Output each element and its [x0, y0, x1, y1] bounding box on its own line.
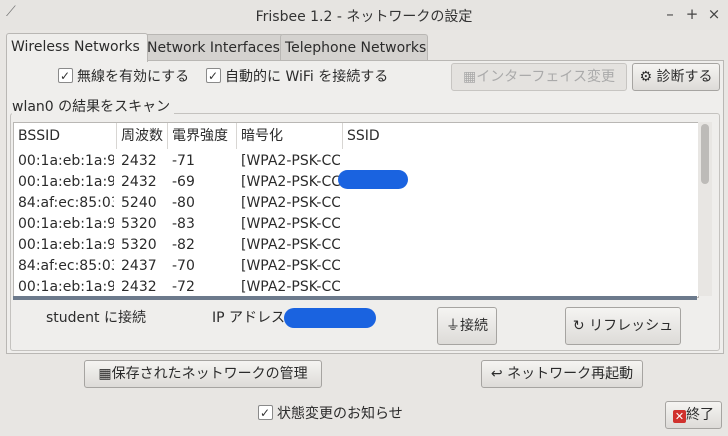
cell-enc: [WPA2-PSK-CCM: [241, 174, 340, 190]
cell-ssid: [347, 193, 647, 214]
refresh-label: リフレッシュ: [589, 318, 674, 334]
cell-freq: 2432: [121, 174, 157, 190]
cell-signal: -70: [172, 258, 195, 274]
quit-button[interactable]: ✕ 終了: [665, 401, 722, 429]
interface-icon: ▦: [463, 69, 477, 85]
restart-network-label: ネットワーク再起動: [507, 366, 634, 382]
cell-ssid: [347, 214, 647, 235]
enable-wireless-checkbox[interactable]: 無線を有効にする: [58, 66, 190, 87]
cell-bssid: 84:af:ec:85:03: [18, 195, 114, 211]
manage-saved-label: 保存されたネットワークの管理: [111, 366, 308, 382]
column-header-encryption[interactable]: 暗号化: [237, 123, 343, 149]
connect-button[interactable]: ⏚接続: [437, 307, 497, 345]
checkbox-icon[interactable]: [58, 66, 73, 86]
table-row[interactable]: 00:1a:eb:1a:97 5320 -82 [WPA2-PSK-CCM: [14, 235, 698, 256]
table-row[interactable]: 84:af:ec:85:03 5240 -80 [WPA2-PSK-CCM: [14, 193, 698, 214]
cell-freq: 5320: [121, 237, 157, 253]
cell-enc: [WPA2-PSK-CCM: [241, 237, 340, 253]
cell-ssid: [347, 256, 647, 277]
cell-enc: [WPA2-PSK-CCM: [241, 258, 340, 274]
scrollbar-thumb[interactable]: [701, 124, 709, 184]
diagnose-button[interactable]: ⚙ 診断する: [632, 63, 720, 91]
tab-wireless-networks[interactable]: Wireless Networks: [6, 33, 148, 62]
change-interface-label: インターフェイス変更: [476, 69, 615, 85]
cell-signal: -82: [172, 237, 195, 253]
quit-icon: ✕: [673, 410, 686, 423]
column-header-frequency[interactable]: 周波数: [117, 123, 168, 149]
redacted-ssid: [338, 170, 408, 189]
table-row[interactable]: 00:1a:eb:1a:97 2432 -72 [WPA2-PSK-CCM: [14, 277, 698, 297]
manage-saved-networks-button[interactable]: ▦保存されたネットワークの管理: [84, 360, 322, 388]
notify-status-label: 状態変更のお知らせ: [277, 406, 403, 422]
plug-icon: ⏚: [446, 318, 460, 334]
cell-enc: [WPA2-PSK-CCM: [241, 195, 340, 211]
scan-group-label: wlan0 の結果をスキャン: [12, 96, 175, 116]
cell-bssid: 00:1a:eb:1a:97: [18, 216, 114, 232]
tab-network-interfaces[interactable]: Network Interfaces: [142, 34, 284, 61]
table-row[interactable]: 00:1a:eb:1a:97 2432 -71 [WPA2-PSK-CCM: [14, 151, 698, 172]
cell-enc: [WPA2-PSK-CCM: [241, 153, 340, 169]
cell-freq: 5320: [121, 216, 157, 232]
connect-label: 接続: [460, 318, 488, 334]
cell-signal: -71: [172, 153, 195, 169]
cell-signal: -80: [172, 195, 195, 211]
gear-icon: ⚙: [639, 69, 653, 85]
cell-ssid: [347, 151, 647, 172]
refresh-button[interactable]: ↻ リフレッシュ: [565, 307, 681, 345]
column-header-signal[interactable]: 電界強度: [168, 123, 237, 149]
cell-freq: 2437: [121, 258, 157, 274]
cell-enc: [WPA2-PSK-CCM: [241, 279, 340, 295]
table-row[interactable]: 84:af:ec:85:03 2437 -70 [WPA2-PSK-CCM: [14, 256, 698, 277]
cell-freq: 5240: [121, 195, 157, 211]
ip-address-label: IP アドレス: [212, 310, 286, 326]
diagnose-label: 診断する: [656, 69, 713, 85]
restart-icon: ↩: [490, 366, 503, 382]
table-horizontal-scrollbar[interactable]: [13, 296, 697, 300]
column-header-ssid[interactable]: SSID: [343, 123, 697, 149]
cell-bssid: 84:af:ec:85:03: [18, 258, 114, 274]
cell-bssid: 00:1a:eb:1a:97: [18, 174, 114, 190]
cell-signal: -83: [172, 216, 195, 232]
refresh-icon: ↻: [572, 318, 585, 334]
column-header-bssid[interactable]: BSSID: [14, 123, 117, 149]
checkbox-icon[interactable]: [206, 66, 221, 86]
auto-connect-label: 自動的に WiFi を接続する: [225, 69, 389, 85]
cell-ssid: [347, 277, 647, 297]
table-row[interactable]: 00:1a:eb:1a:97 5320 -83 [WPA2-PSK-CCM: [14, 214, 698, 235]
cell-bssid: 00:1a:eb:1a:97: [18, 237, 114, 253]
auto-connect-checkbox[interactable]: 自動的に WiFi を接続する: [206, 66, 389, 87]
minimize-button[interactable]: –: [662, 5, 678, 23]
connection-status: student に接続: [46, 310, 146, 326]
cell-ssid: [347, 235, 647, 256]
notify-status-checkbox[interactable]: 状態変更のお知らせ: [258, 403, 403, 424]
maximize-button[interactable]: +: [684, 5, 700, 23]
scan-results-table[interactable]: BSSID 周波数 電界強度 暗号化 SSID 00:1a:eb:1a:97 24…: [13, 122, 699, 298]
network-list-icon: ▦: [98, 366, 112, 382]
enable-wireless-label: 無線を有効にする: [77, 69, 190, 85]
tab-telephone-networks[interactable]: Telephone Networks: [280, 34, 428, 61]
close-button[interactable]: ×: [706, 5, 722, 23]
cell-freq: 2432: [121, 279, 157, 295]
restart-network-button[interactable]: ↩ ネットワーク再起動: [481, 360, 643, 388]
window-title: Frisbee 1.2 - ネットワークの設定: [255, 9, 473, 25]
cell-freq: 2432: [121, 153, 157, 169]
cell-bssid: 00:1a:eb:1a:97: [18, 153, 114, 169]
cell-enc: [WPA2-PSK-CCM: [241, 216, 340, 232]
cell-bssid: 00:1a:eb:1a:97: [18, 279, 114, 295]
checkbox-icon[interactable]: [258, 403, 273, 423]
change-interface-button[interactable]: ▦インターフェイス変更: [451, 63, 627, 91]
quit-label: 終了: [686, 407, 714, 423]
cell-signal: -72: [172, 279, 195, 295]
redacted-ip-address: [284, 308, 376, 328]
cell-signal: -69: [172, 174, 195, 190]
